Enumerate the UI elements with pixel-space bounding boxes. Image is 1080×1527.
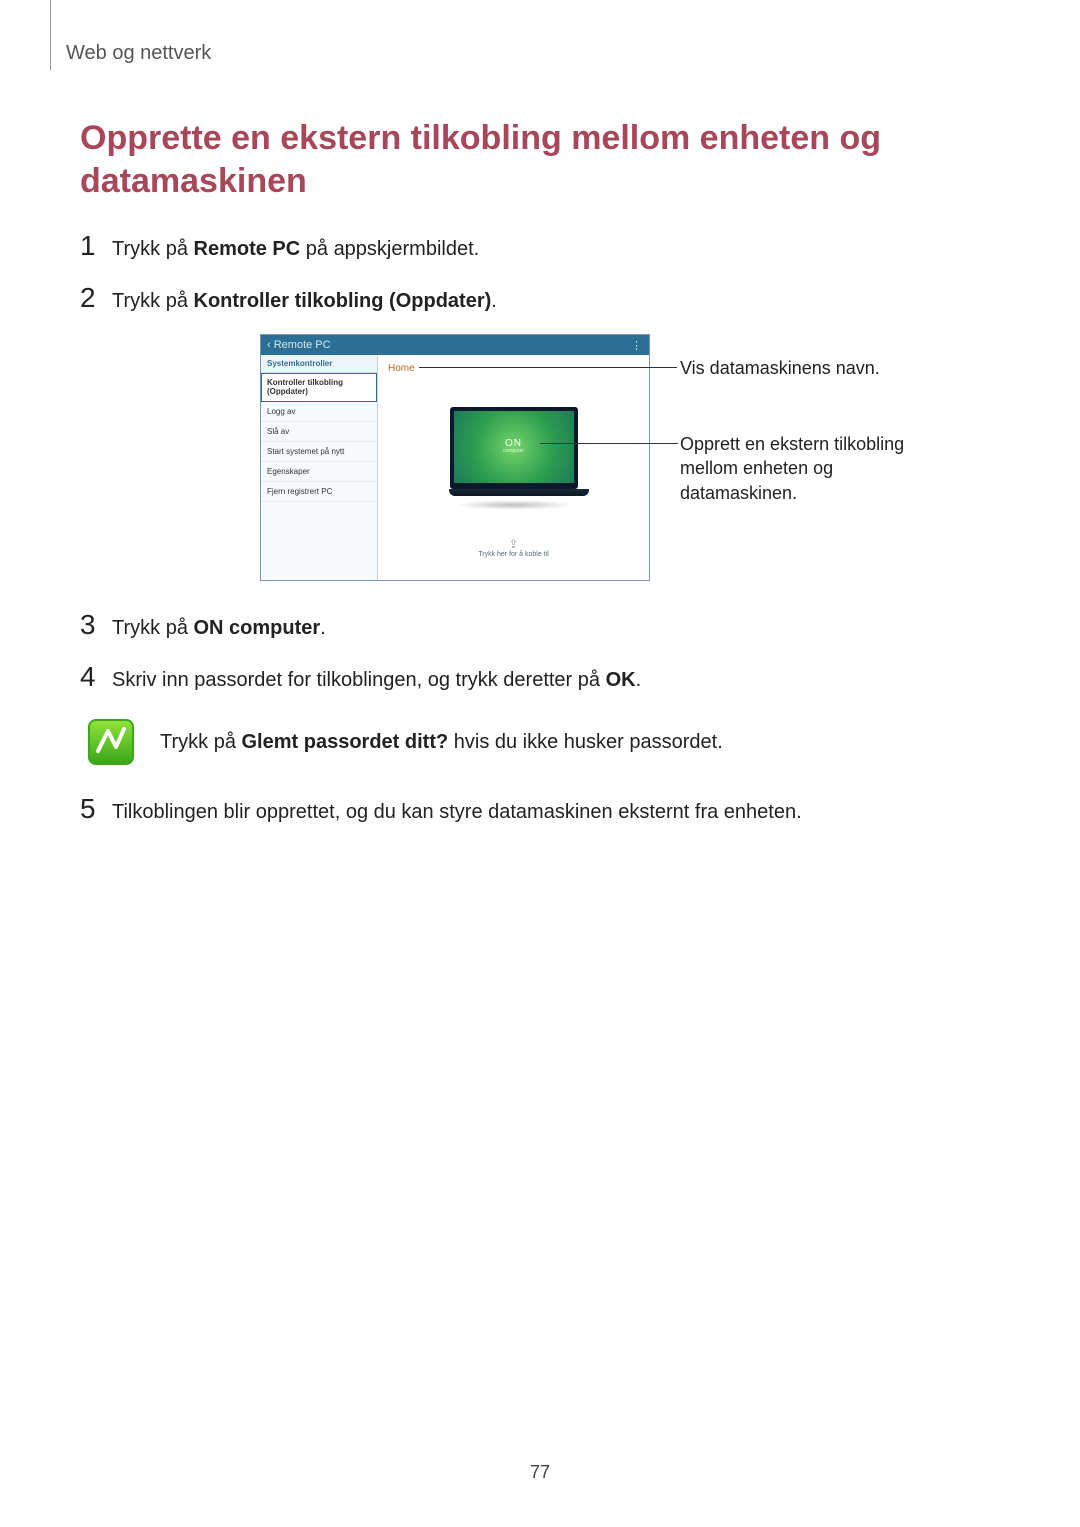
titlebar-title: Remote PC xyxy=(274,339,331,351)
section-header: Web og nettverk xyxy=(66,42,1000,65)
step-number: 3 xyxy=(80,609,112,641)
arrow-up-icon: ⇪ xyxy=(378,537,649,551)
app-body: Systemkontroller Kontroller tilkobling (… xyxy=(261,355,649,580)
sidebar: Systemkontroller Kontroller tilkobling (… xyxy=(261,355,378,580)
note-icon xyxy=(88,719,134,765)
callout-leader-line xyxy=(540,443,678,444)
step-text: Tilkoblingen blir opprettet, og du kan s… xyxy=(112,798,802,827)
sidebar-item-logoff[interactable]: Logg av xyxy=(261,402,377,422)
back-button[interactable]: ‹ Remote PC xyxy=(267,339,331,351)
step-2: 2 Trykk på Kontroller tilkobling (Oppdat… xyxy=(80,282,1000,316)
sidebar-item-shutdown[interactable]: Slå av xyxy=(261,422,377,442)
step-4: 4 Skriv inn passordet for tilkoblingen, … xyxy=(80,661,1000,695)
manual-page: Web og nettverk Opprette en ekstern tilk… xyxy=(0,0,1080,1527)
callout-remote-connect: Opprett en ekstern tilkobling mellom enh… xyxy=(680,432,920,505)
step-number: 5 xyxy=(80,793,112,825)
overflow-menu-button[interactable]: ⋮ xyxy=(631,339,643,352)
laptop-base-icon xyxy=(449,489,589,496)
step-5: 5 Tilkoblingen blir opprettet, og du kan… xyxy=(80,793,1000,827)
step-3: 3 Trykk på ON computer. xyxy=(80,609,1000,643)
note-block: Trykk på Glemt passordet ditt? hvis du i… xyxy=(88,719,1000,765)
shadow-icon xyxy=(454,500,574,510)
callout-pc-name: Vis datamaskinens navn. xyxy=(680,356,910,380)
step-1: 1 Trykk på Remote PC på appskjermbildet. xyxy=(80,230,1000,264)
main-panel: Home ON computer xyxy=(378,355,649,580)
step-text: Trykk på ON computer. xyxy=(112,614,326,643)
laptop-icon[interactable]: ON computer xyxy=(449,407,579,510)
callout-leader-line xyxy=(419,367,677,368)
sidebar-item-check-connection[interactable]: Kontroller tilkobling (Oppdater) xyxy=(261,373,377,402)
sidebar-header: Systemkontroller xyxy=(261,355,377,373)
step-number: 1 xyxy=(80,230,112,262)
on-sub: computer xyxy=(503,449,524,455)
app-titlebar: ‹ Remote PC ⋮ xyxy=(261,335,649,355)
header-rule xyxy=(50,0,51,70)
step-text: Trykk på Remote PC på appskjermbildet. xyxy=(112,235,479,264)
step-text: Trykk på Kontroller tilkobling (Oppdater… xyxy=(112,287,497,316)
app-window: ‹ Remote PC ⋮ Systemkontroller Kontrolle… xyxy=(260,334,650,581)
sidebar-item-properties[interactable]: Egenskaper xyxy=(261,462,377,482)
screenshot-figure: ‹ Remote PC ⋮ Systemkontroller Kontrolle… xyxy=(260,334,940,581)
step-number: 2 xyxy=(80,282,112,314)
step-text: Skriv inn passordet for tilkoblingen, og… xyxy=(112,666,641,695)
note-text: Trykk på Glemt passordet ditt? hvis du i… xyxy=(160,731,723,754)
sidebar-item-restart[interactable]: Start systemet på nytt xyxy=(261,442,377,462)
page-title: Opprette en ekstern tilkobling mellom en… xyxy=(80,117,1000,202)
laptop-screen-icon: ON computer xyxy=(450,407,578,489)
on-badge: ON computer xyxy=(503,438,524,455)
tap-hint: ⇪ Trykk her for å koble til xyxy=(378,537,649,558)
tap-hint-label: Trykk her for å koble til xyxy=(378,551,649,558)
steps-list: 1 Trykk på Remote PC på appskjermbildet.… xyxy=(80,230,1000,827)
chevron-left-icon: ‹ xyxy=(267,339,271,351)
page-number: 77 xyxy=(0,1462,1080,1483)
sidebar-item-remove-pc[interactable]: Fjern registrert PC xyxy=(261,482,377,502)
step-number: 4 xyxy=(80,661,112,693)
pc-name-label: Home xyxy=(388,363,415,374)
